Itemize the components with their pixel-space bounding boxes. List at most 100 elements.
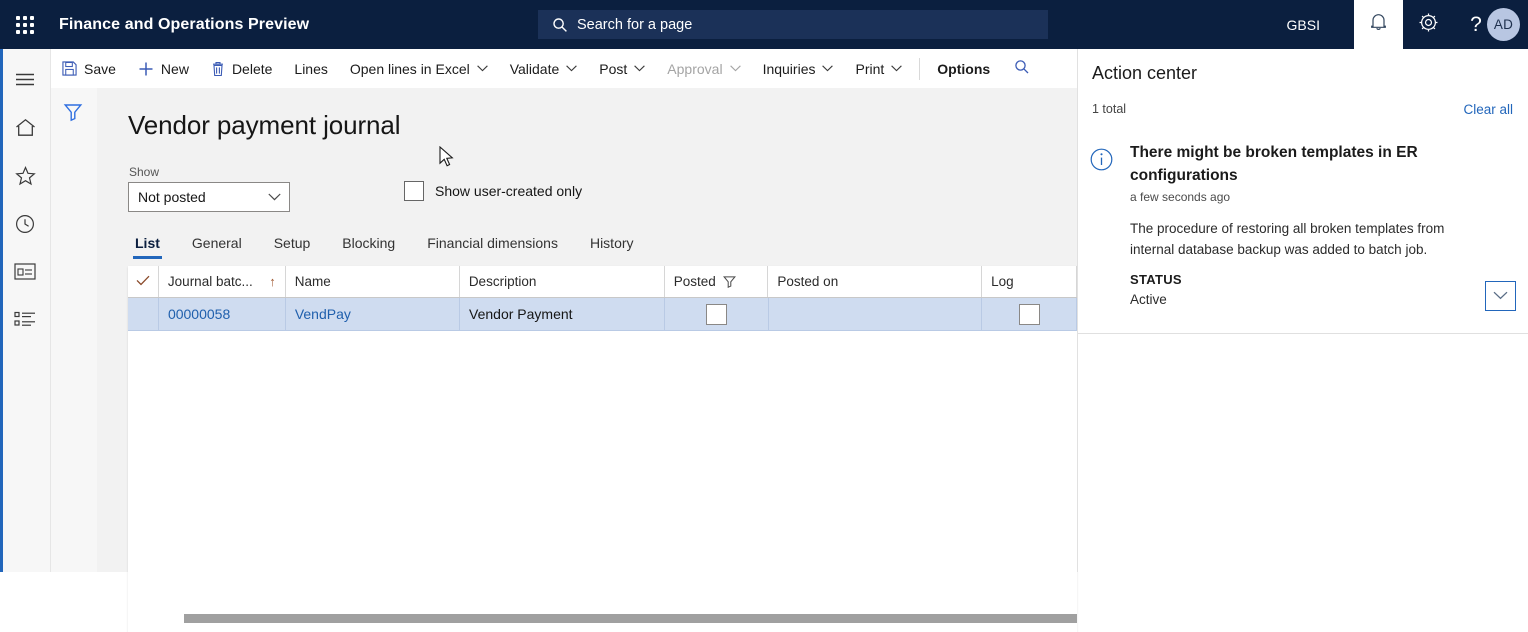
avatar[interactable]: AD [1487, 8, 1520, 41]
settings-button[interactable] [1404, 0, 1452, 49]
plus-icon [138, 61, 154, 77]
chevron-down-icon [891, 65, 903, 72]
sidebar-item-favorites[interactable] [0, 157, 50, 199]
open-lines-in-excel-button[interactable]: Open lines in Excel [339, 49, 499, 88]
notification-status-value: Active [1130, 292, 1167, 307]
notification-item[interactable]: There might be broken templates in ER co… [1078, 135, 1528, 334]
show-filter-label: Show [129, 165, 160, 179]
sidebar-item-recent[interactable] [0, 205, 50, 247]
clear-all-button[interactable]: Clear all [1463, 102, 1513, 117]
approval-button: Approval [656, 49, 751, 88]
grid-header-name[interactable]: Name [286, 266, 460, 297]
filter-pane [51, 88, 98, 572]
top-navigation-bar: Finance and Operations Preview Search fo… [0, 0, 1528, 49]
show-filter-value: Not posted [138, 189, 206, 205]
sidebar-item-modules[interactable] [0, 301, 50, 343]
cell-name[interactable]: VendPay [286, 298, 461, 330]
tab-setup[interactable]: Setup [258, 227, 327, 259]
show-user-created-only-label: Show user-created only [435, 183, 583, 199]
cell-description[interactable]: Vendor Payment [460, 298, 666, 330]
row-select-cell[interactable] [128, 298, 159, 330]
post-label: Post [599, 60, 628, 77]
notifications-button[interactable] [1354, 0, 1403, 49]
sidebar-item-nav-expand[interactable] [0, 61, 50, 103]
notification-expand-button[interactable] [1485, 281, 1516, 311]
action-center-panel: Action center 1 total Clear all There mi… [1077, 49, 1528, 572]
validate-button[interactable]: Validate [499, 49, 589, 88]
home-icon [15, 118, 36, 142]
grid-header-posted[interactable]: Posted [665, 266, 769, 297]
tab-history[interactable]: History [574, 227, 650, 259]
grid-header-select-all[interactable] [128, 266, 159, 297]
options-button[interactable]: Options [926, 49, 1001, 88]
action-center-count: 1 total [1092, 102, 1127, 116]
app-launcher-icon[interactable] [0, 0, 50, 49]
global-search-input[interactable]: Search for a page [538, 10, 1048, 39]
left-navigation-rail [0, 49, 51, 572]
tab-financial-dimensions[interactable]: Financial dimensions [411, 227, 574, 259]
save-button[interactable]: Save [51, 49, 127, 88]
star-icon [14, 165, 36, 191]
lines-button[interactable]: Lines [283, 49, 338, 88]
grid-header-posted-on[interactable]: Posted on [768, 266, 983, 297]
new-button[interactable]: New [127, 49, 200, 88]
tab-financial-dimensions-label: Financial dimensions [427, 235, 558, 251]
chevron-down-icon [822, 65, 834, 72]
workspace-icon [14, 263, 36, 285]
notification-status-label: STATUS [1130, 272, 1182, 287]
save-icon [62, 61, 77, 76]
options-label: Options [937, 60, 991, 77]
new-label: New [160, 60, 189, 77]
show-user-created-only-checkbox[interactable]: Show user-created only [404, 181, 582, 201]
global-search-placeholder: Search for a page [577, 16, 693, 33]
cell-journal-batch[interactable]: 00000058 [159, 298, 286, 330]
post-button[interactable]: Post [588, 49, 656, 88]
cell-posted-on[interactable] [769, 298, 983, 330]
validate-label: Validate [509, 60, 560, 77]
bell-icon [1369, 12, 1388, 37]
tab-strip: List General Setup Blocking Financial di… [119, 227, 650, 259]
company-selector[interactable]: GBSI [1277, 0, 1330, 49]
print-button[interactable]: Print [844, 49, 913, 88]
grid-header-posted-label: Posted [673, 274, 716, 289]
sidebar-item-workspaces[interactable] [0, 253, 50, 295]
inquiries-label: Inquiries [762, 60, 816, 77]
grid-header-journal-batch[interactable]: Journal batc... ↑ [159, 266, 286, 297]
print-label: Print [855, 60, 885, 77]
page-title: Vendor payment journal [128, 110, 401, 140]
chevron-down-icon [634, 65, 646, 72]
grid-header-description[interactable]: Description [460, 266, 665, 297]
grid-header-posted-on-label: Posted on [777, 274, 839, 289]
horizontal-scrollbar[interactable] [184, 614, 1077, 623]
tab-blocking[interactable]: Blocking [326, 227, 411, 259]
open-lines-in-excel-label: Open lines in Excel [349, 60, 470, 77]
filter-funnel-icon[interactable] [63, 102, 83, 127]
inquiries-button[interactable]: Inquiries [752, 49, 845, 88]
grid-header-log[interactable]: Log [982, 266, 1077, 297]
question-mark-icon: ? [1470, 13, 1482, 36]
notification-timestamp: a few seconds ago [1130, 190, 1231, 204]
delete-button[interactable]: Delete [200, 49, 283, 88]
table-row[interactable]: 00000058 VendPay Vendor Payment [128, 298, 1077, 331]
grid-header-row: Journal batc... ↑ Name Description Poste… [128, 266, 1077, 298]
checkmark-icon [136, 274, 150, 289]
command-search-button[interactable] [1001, 49, 1043, 88]
tab-general[interactable]: General [176, 227, 258, 259]
grid-empty-area [128, 331, 1077, 632]
journal-grid: Journal batc... ↑ Name Description Poste… [128, 266, 1077, 632]
list-icon [14, 311, 36, 333]
sidebar-item-home[interactable] [0, 109, 50, 151]
notification-body: The procedure of restoring all broken te… [1130, 221, 1445, 257]
app-title: Finance and Operations Preview [59, 15, 310, 33]
grid-header-log-label: Log [991, 274, 1014, 289]
show-filter-select[interactable]: Not posted [128, 182, 290, 212]
cell-log[interactable] [982, 298, 1077, 330]
workspace-content: Vendor payment journal Show Not posted S… [97, 88, 1077, 632]
chevron-down-icon [566, 65, 578, 72]
grid-header-name-label: Name [294, 274, 331, 289]
log-checkbox[interactable] [1018, 303, 1040, 325]
rail-accent-bar [0, 49, 3, 572]
cell-posted[interactable] [665, 298, 769, 330]
tab-list[interactable]: List [119, 227, 176, 259]
posted-checkbox[interactable] [705, 303, 727, 325]
